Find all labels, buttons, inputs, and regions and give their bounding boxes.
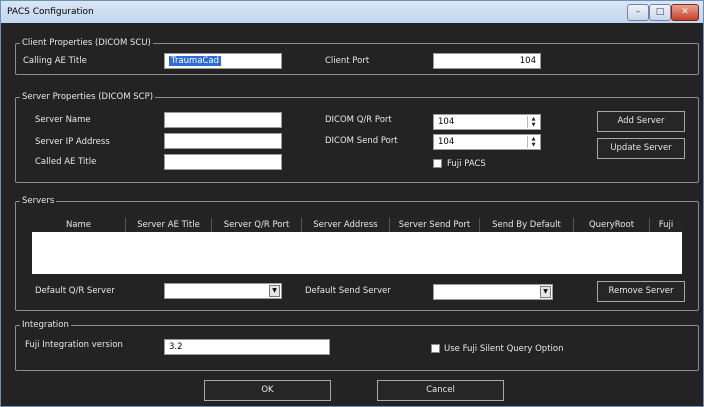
qr-port-spin[interactable]: ▲ ▼ [527, 116, 539, 128]
dicom-send-port-value: 104 [438, 137, 455, 147]
client-port-value: 104 [519, 56, 536, 66]
client-properties-legend: Client Properties (DICOM SCU) [20, 37, 153, 49]
send-port-spin[interactable]: ▲ ▼ [527, 136, 539, 148]
server-name-input[interactable] [164, 112, 282, 128]
fuji-integration-version-label: Fuji Integration version [25, 340, 123, 350]
calling-ae-value: TraumaCad [169, 56, 222, 66]
dicom-send-port-label: DICOM Send Port [325, 136, 398, 146]
column-header-qr-port[interactable]: Server Q/R Port [212, 218, 302, 232]
fuji-pacs-checkbox[interactable] [433, 159, 442, 168]
server-properties-legend: Server Properties (DICOM SCP) [20, 91, 156, 103]
window-title: PACS Configuration [7, 7, 94, 17]
spin-down-icon[interactable]: ▼ [528, 122, 539, 128]
client-port-label: Client Port [325, 56, 370, 66]
chevron-down-icon[interactable]: ▼ [540, 286, 551, 298]
minimize-icon[interactable]: – [627, 4, 649, 21]
servers-table-header: Name Server AE Title Server Q/R Port Ser… [32, 218, 682, 232]
column-header-address[interactable]: Server Address [302, 218, 390, 232]
update-server-button[interactable]: Update Server [597, 138, 685, 159]
server-ip-label: Server IP Address [35, 137, 110, 147]
chevron-down-icon[interactable]: ▼ [269, 285, 280, 297]
add-server-button[interactable]: Add Server [597, 111, 685, 132]
column-header-fuji[interactable]: Fuji [650, 218, 682, 232]
default-qr-server-select[interactable]: ▼ [164, 283, 282, 299]
called-ae-input[interactable] [164, 154, 282, 170]
servers-table[interactable]: Name Server AE Title Server Q/R Port Ser… [32, 218, 682, 274]
called-ae-label: Called AE Title [35, 157, 97, 167]
column-header-send-port[interactable]: Server Send Port [390, 218, 480, 232]
server-name-label: Server Name [35, 115, 91, 125]
fuji-integration-version-value: 3.2 [169, 342, 183, 352]
default-qr-server-label: Default Q/R Server [35, 286, 115, 296]
spin-down-icon[interactable]: ▼ [528, 142, 539, 148]
default-send-server-label: Default Send Server [305, 286, 391, 296]
default-send-server-select[interactable]: ▼ [433, 284, 553, 300]
cancel-button[interactable]: Cancel [377, 380, 504, 401]
dicom-qr-port-label: DICOM Q/R Port [325, 115, 392, 125]
dicom-qr-port-value: 104 [438, 117, 455, 127]
servers-legend: Servers [20, 195, 57, 207]
remove-server-button[interactable]: Remove Server [597, 281, 685, 302]
column-header-name[interactable]: Name [32, 218, 126, 232]
fuji-integration-version-input[interactable]: 3.2 [164, 339, 330, 355]
client-port-input[interactable]: 104 [433, 53, 541, 69]
close-icon[interactable]: ✕ [671, 4, 699, 21]
ok-button[interactable]: OK [204, 380, 331, 401]
calling-ae-label: Calling AE Title [23, 56, 87, 66]
column-header-query-root[interactable]: QueryRoot [574, 218, 650, 232]
calling-ae-input[interactable]: TraumaCad [164, 53, 282, 69]
dicom-send-port-stepper[interactable]: 104 ▲ ▼ [433, 134, 541, 150]
fuji-silent-query-label: Use Fuji Silent Query Option [444, 344, 564, 354]
column-header-send-default[interactable]: Send By Default [480, 218, 574, 232]
title-bar[interactable]: PACS Configuration – □ ✕ [1, 1, 703, 23]
fuji-pacs-label: Fuji PACS [447, 159, 486, 169]
integration-legend: Integration [20, 319, 71, 331]
column-header-ae-title[interactable]: Server AE Title [126, 218, 212, 232]
maximize-icon[interactable]: □ [649, 4, 671, 21]
server-ip-input[interactable] [164, 133, 282, 149]
fuji-silent-query-checkbox[interactable] [431, 344, 440, 353]
pacs-config-window: PACS Configuration – □ ✕ Client Properti… [0, 0, 704, 407]
dicom-qr-port-stepper[interactable]: 104 ▲ ▼ [433, 114, 541, 130]
